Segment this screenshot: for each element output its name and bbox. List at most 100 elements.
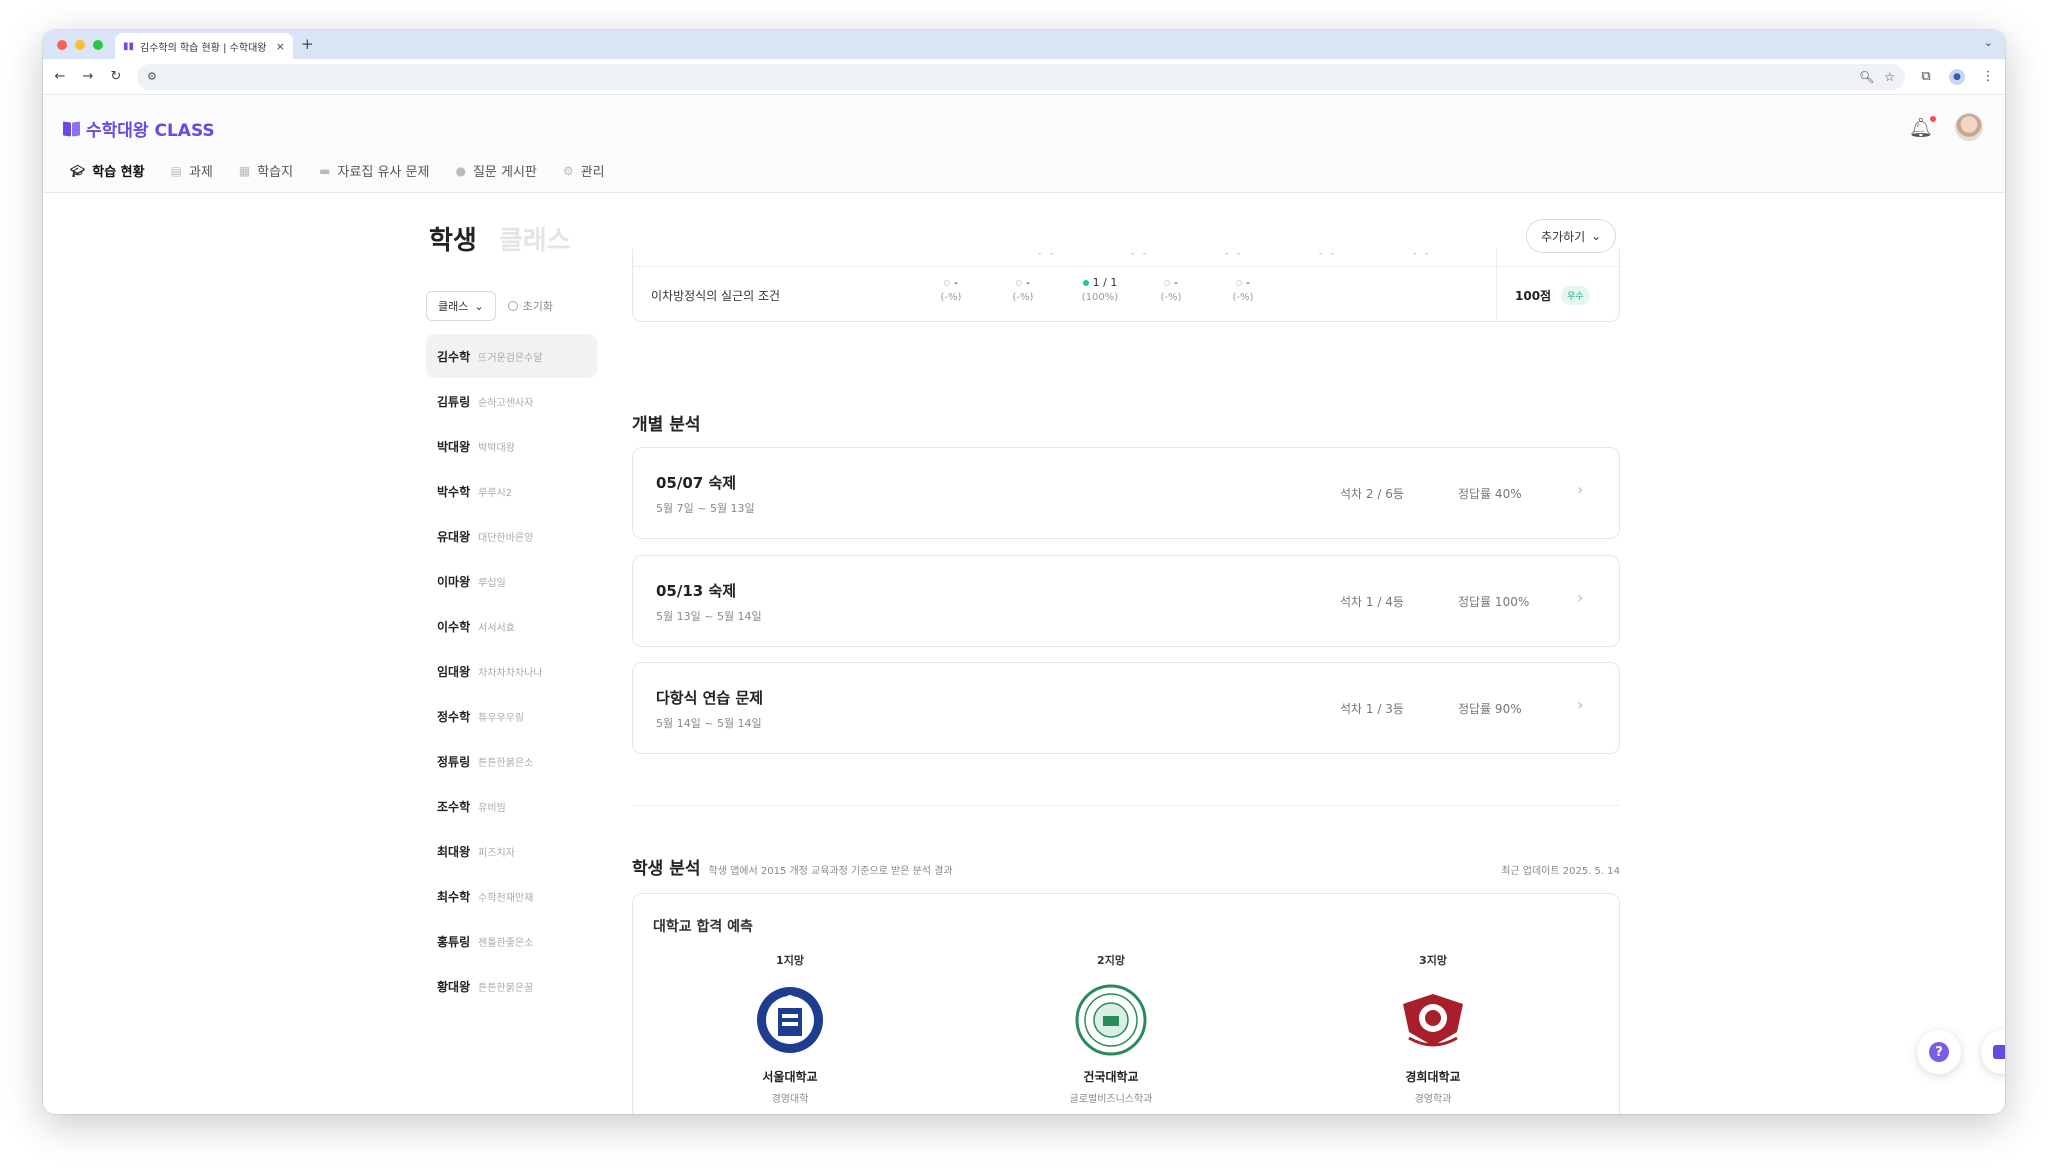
student-item[interactable]: 박수학 루루시2 — [426, 469, 597, 513]
student-item[interactable]: 황대왕 튼튼한붉은꿀 — [426, 964, 597, 1008]
student-item[interactable]: 유대왕 대단한바른양 — [426, 514, 597, 558]
student-item[interactable]: 박대왕 박박대왕 — [426, 424, 597, 468]
notification-dot — [1930, 115, 1936, 122]
app-logo[interactable]: 수학대왕 CLASS — [63, 116, 215, 141]
message-button[interactable] — [1981, 1030, 2005, 1074]
tab-close-icon[interactable]: × — [276, 40, 285, 53]
homework-card[interactable]: 05/07 숙제 5월 7일 ~ 5월 13일 석차 2 / 6등 정답률 40% › — [632, 447, 1620, 539]
nav-worksheets[interactable]: ▦ 학습지 — [239, 161, 293, 181]
student-item[interactable]: 최수학 수학천재만재 — [426, 874, 597, 918]
forward-icon[interactable]: → — [81, 69, 95, 84]
class-select[interactable]: 클래스 ⌄ — [426, 291, 496, 321]
student-name: 유대왕 — [437, 529, 471, 544]
tab-title: 김수학의 학습 현황 | 수학대왕 CLA — [140, 42, 270, 54]
browser-tab[interactable]: ▮▮ 김수학의 학습 현황 | 수학대왕 CLA × — [115, 33, 293, 59]
unit-stat-cell: 1 / 1 (100%) — [1081, 276, 1119, 303]
student-nickname: 유비빔 — [478, 802, 506, 814]
back-icon[interactable]: ← — [53, 69, 67, 84]
zoom-icon[interactable]: 🔍︎ — [1859, 70, 1874, 84]
favicon-icon: ▮▮ — [123, 41, 135, 52]
student-item[interactable]: 이수학 서서서효 — [426, 604, 597, 648]
student-filters: 클래스 ⌄ 초기화 — [426, 291, 553, 321]
student-item[interactable]: 임대왕 차차차차차나나 — [426, 649, 597, 693]
maximize-window-button[interactable] — [93, 39, 103, 50]
student-name: 김수학 — [437, 349, 471, 364]
status-dot — [1016, 279, 1022, 286]
choice-rank: 1지망 — [776, 954, 804, 967]
homework-rank: 석차 1 / 3등 — [1340, 702, 1404, 716]
nav-similar-problems[interactable]: ▬ 자료집 유사 문제 — [319, 161, 429, 181]
student-name: 최대왕 — [437, 844, 471, 859]
site-settings-icon[interactable]: ⚙ — [147, 70, 157, 83]
student-nickname: 튜우우우링 — [478, 712, 525, 724]
homework-rank: 석차 1 / 4등 — [1340, 595, 1404, 609]
student-item[interactable]: 김수학 뜨거운검은수달 — [426, 334, 597, 378]
department-name: 경영학과 — [1414, 1094, 1452, 1105]
student-name: 이수학 — [437, 619, 471, 634]
status-dot — [1164, 279, 1170, 286]
folder-icon: ▬ — [319, 163, 331, 178]
department-name: 글로벌비즈니스학과 — [1069, 1094, 1153, 1105]
new-tab-button[interactable]: + — [301, 35, 314, 53]
choice-rank: 2지망 — [1097, 954, 1125, 967]
tab-classes[interactable]: 클래스 — [499, 220, 571, 257]
university-name: 서울대학교 — [762, 1070, 818, 1084]
grade-badge: 우수 — [1561, 286, 1590, 305]
minimize-window-button[interactable] — [75, 39, 85, 50]
homework-card[interactable]: 다항식 연습 문제 5월 14일 ~ 5월 14일 석차 1 / 3등 정답률 90%… — [632, 662, 1620, 754]
homework-accuracy: 정답률 100% — [1458, 595, 1530, 609]
status-dot — [1082, 279, 1089, 286]
nav-assignments[interactable]: ▤ 과제 — [171, 161, 213, 181]
add-button[interactable]: 추가하기 ⌄ — [1526, 219, 1617, 253]
avatar[interactable] — [1955, 113, 1983, 141]
university-choice: 2지망건국대학교글로벌비즈니스학과상향 — [1011, 952, 1211, 1114]
student-item[interactable]: 김튜링 순하고센사자 — [426, 379, 597, 423]
homework-title: 다항식 연습 문제 — [656, 689, 764, 707]
unit-result-table: - - - - - - - - - - 이차방정식의 실근의 조건 - (-%) -… — [632, 249, 1620, 322]
unit-score: 100점 우수 — [1515, 286, 1590, 305]
choice-rank: 3지망 — [1419, 954, 1447, 967]
student-name: 김튜링 — [437, 394, 471, 409]
nav-question-board[interactable]: ● 질문 게시판 — [455, 161, 536, 181]
student-nickname: 튼튼한붉은소 — [478, 757, 534, 769]
nav-management[interactable]: ⚙ 관리 — [562, 161, 605, 181]
reset-button[interactable]: 초기화 — [507, 298, 553, 314]
bookmark-star-icon[interactable]: ☆ — [1884, 70, 1895, 84]
tab-search-icon[interactable]: ⌄ — [1984, 36, 1993, 49]
desktop: ▮▮ 김수학의 학습 현황 | 수학대왕 CLA × + ⌄ ← → ↻ ⚙ 🔍… — [0, 0, 2048, 1171]
status-dot — [944, 279, 950, 286]
extensions-icon[interactable]: ⧉ — [1919, 69, 1933, 84]
homework-card[interactable]: 05/13 숙제 5월 13일 ~ 5월 14일 석차 1 / 4등 정답률 100%… — [632, 555, 1620, 647]
unit-stat-cell: - (-%) — [1012, 276, 1034, 303]
gear-icon: ⚙ — [562, 163, 574, 178]
student-item[interactable]: 이마왕 루십일 — [426, 559, 597, 603]
university-prediction-card: 대학교 합격 예측 1지망서울대학교경영대학상향2지망건국대학교글로벌비즈니스학… — [632, 893, 1620, 1114]
browser-menu-icon[interactable]: ⋮ — [1981, 69, 1995, 84]
tab-students[interactable]: 학생 — [429, 220, 477, 257]
student-item[interactable]: 정튜링 튼튼한붉은소 — [426, 739, 597, 783]
reload-icon[interactable]: ↻ — [109, 69, 123, 84]
unit-stat-cell: - (-%) — [940, 276, 962, 303]
nav-learning-status[interactable]: 🎓︎ 학습 현황 — [70, 161, 145, 181]
notification-bell-icon[interactable]: 🔔︎ — [1909, 115, 1936, 139]
homework-dates: 5월 7일 ~ 5월 13일 — [656, 502, 755, 515]
homework-dates: 5월 14일 ~ 5월 14일 — [656, 717, 762, 730]
unit-title: 이차방정식의 실근의 조건 — [651, 289, 781, 303]
student-item[interactable]: 조수학 유비빔 — [426, 784, 597, 828]
department-name: 경영대학 — [771, 1094, 809, 1105]
student-name: 박대왕 — [437, 439, 471, 454]
close-window-button[interactable] — [57, 39, 67, 50]
student-nickname: 서서서효 — [478, 622, 515, 634]
address-bar[interactable]: ⚙ 🔍︎ ☆ — [137, 63, 1905, 90]
student-item[interactable]: 홍튜링 젠틀한좋은소 — [426, 919, 597, 963]
profile-icon[interactable]: ● — [1949, 68, 1965, 85]
student-nickname: 피즈치자 — [478, 847, 515, 859]
student-name: 정튜링 — [437, 754, 471, 769]
chevron-right-icon: › — [1577, 695, 1584, 714]
page-content: 학생 클래스 추가하기 ⌄ 클래스 ⌄ 초기화 김수학 뜨거운검은수달 김튜링 순하고… — [43, 194, 2005, 1114]
student-name: 조수학 — [437, 799, 471, 814]
help-button[interactable]: ? — [1917, 1030, 1961, 1074]
student-name: 임대왕 — [437, 664, 471, 679]
student-item[interactable]: 최대왕 피즈치자 — [426, 829, 597, 873]
student-item[interactable]: 정수학 튜우우우링 — [426, 694, 597, 738]
